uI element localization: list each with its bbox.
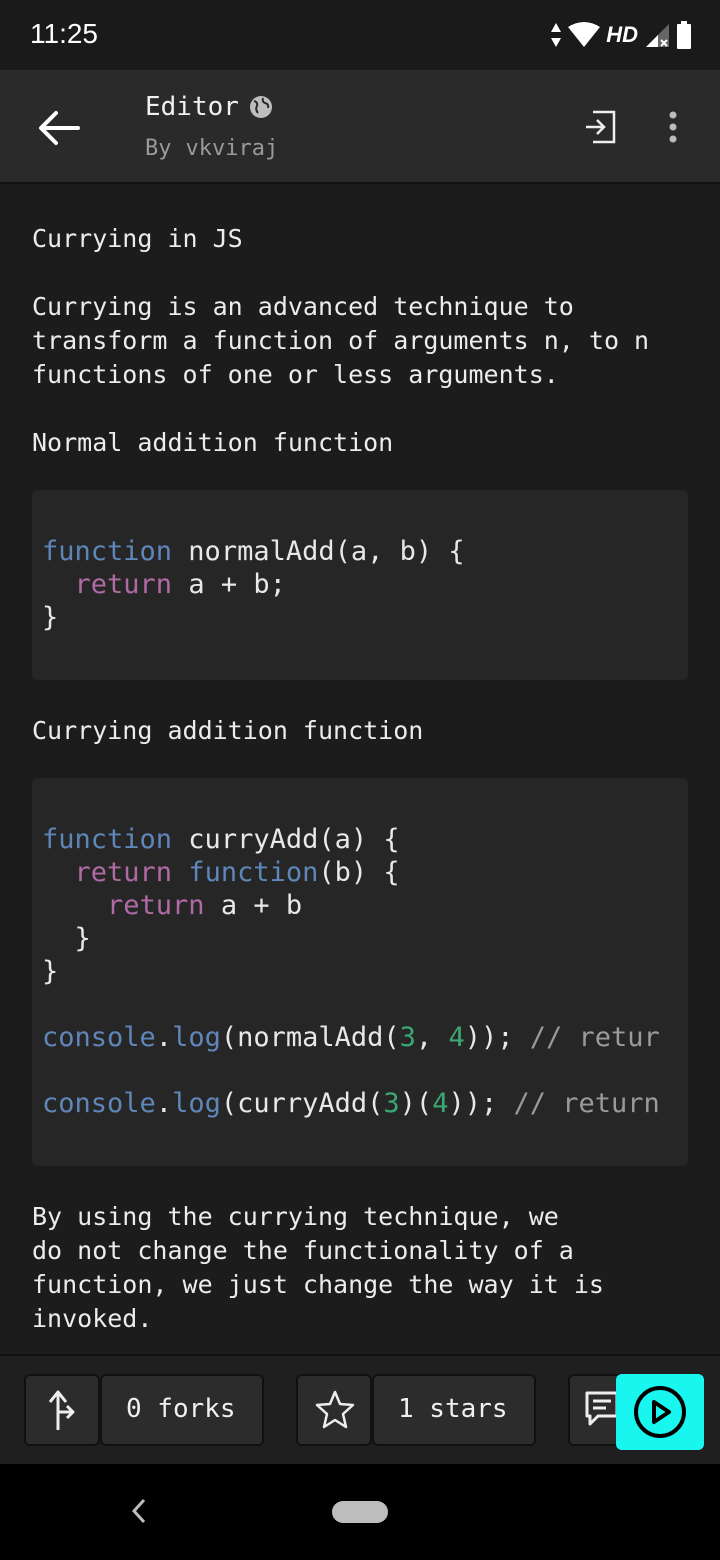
back-arrow-icon[interactable] — [36, 106, 80, 150]
globe-icon — [249, 96, 272, 118]
outro-line-2: do not change the functionality of a — [32, 1236, 574, 1265]
status-time: 11:25 — [30, 18, 98, 49]
status-icons: HD — [550, 20, 692, 50]
forks-count: 0 forks — [126, 1394, 236, 1424]
code-block-curry: function curryAdd(a) { return function(b… — [32, 778, 688, 1166]
data-arrows-icon — [551, 23, 562, 47]
stars-count: 1 stars — [398, 1394, 508, 1424]
stars-count-button[interactable]: 1 stars — [372, 1374, 536, 1446]
currying-label: Currying addition function — [32, 716, 424, 745]
network-type-label: HD — [606, 22, 638, 47]
author-name[interactable]: vkviraj — [186, 136, 279, 161]
intro-line-2: transform a function of arguments n, to … — [32, 326, 650, 355]
outro-line-1: By using the currying technique, we — [32, 1202, 559, 1231]
intro-line-1: Currying is an advanced technique to — [32, 292, 574, 321]
forks-count-button[interactable]: 0 forks — [100, 1374, 264, 1446]
exit-icon[interactable] — [584, 110, 616, 144]
nav-back-icon[interactable] — [128, 1496, 150, 1526]
outro-line-4: invoked. — [32, 1304, 153, 1333]
by-label: By — [145, 136, 172, 161]
author-line: By vkviraj — [145, 136, 278, 161]
wifi-icon — [568, 22, 601, 47]
star-button[interactable] — [296, 1374, 372, 1446]
signal-icon — [646, 24, 669, 47]
markdown-content: Currying in JS Currying is an advanced t… — [32, 184, 688, 1354]
code-normal: function normalAdd(a, b) { return a + b;… — [42, 536, 465, 633]
intro-line-3: functions of one or less arguments. — [32, 360, 559, 389]
code-block-normal: function normalAdd(a, b) { return a + b;… — [32, 490, 688, 680]
status-bar: 11:25 HD — [0, 0, 720, 70]
nav-home-pill[interactable] — [332, 1501, 388, 1523]
comment-icon — [585, 1391, 619, 1426]
app-bar: Editor By vkviraj — [0, 70, 720, 184]
page-title-text: Editor — [145, 92, 239, 122]
action-bar: 0 forks 1 stars — [0, 1354, 720, 1466]
heading: Currying in JS — [32, 224, 243, 253]
fork-icon — [48, 1390, 75, 1430]
normal-label: Normal addition function — [32, 428, 394, 457]
fork-button[interactable] — [24, 1374, 100, 1446]
code-curry: function curryAdd(a) { return function(b… — [42, 824, 660, 1119]
more-vert-icon[interactable] — [664, 110, 682, 144]
battery-icon — [677, 21, 691, 49]
star-icon — [315, 1390, 355, 1429]
page-title: Editor — [145, 92, 273, 122]
outro-line-3: function, we just change the way it is — [32, 1270, 604, 1299]
play-icon — [634, 1386, 686, 1438]
run-button[interactable] — [616, 1374, 704, 1450]
